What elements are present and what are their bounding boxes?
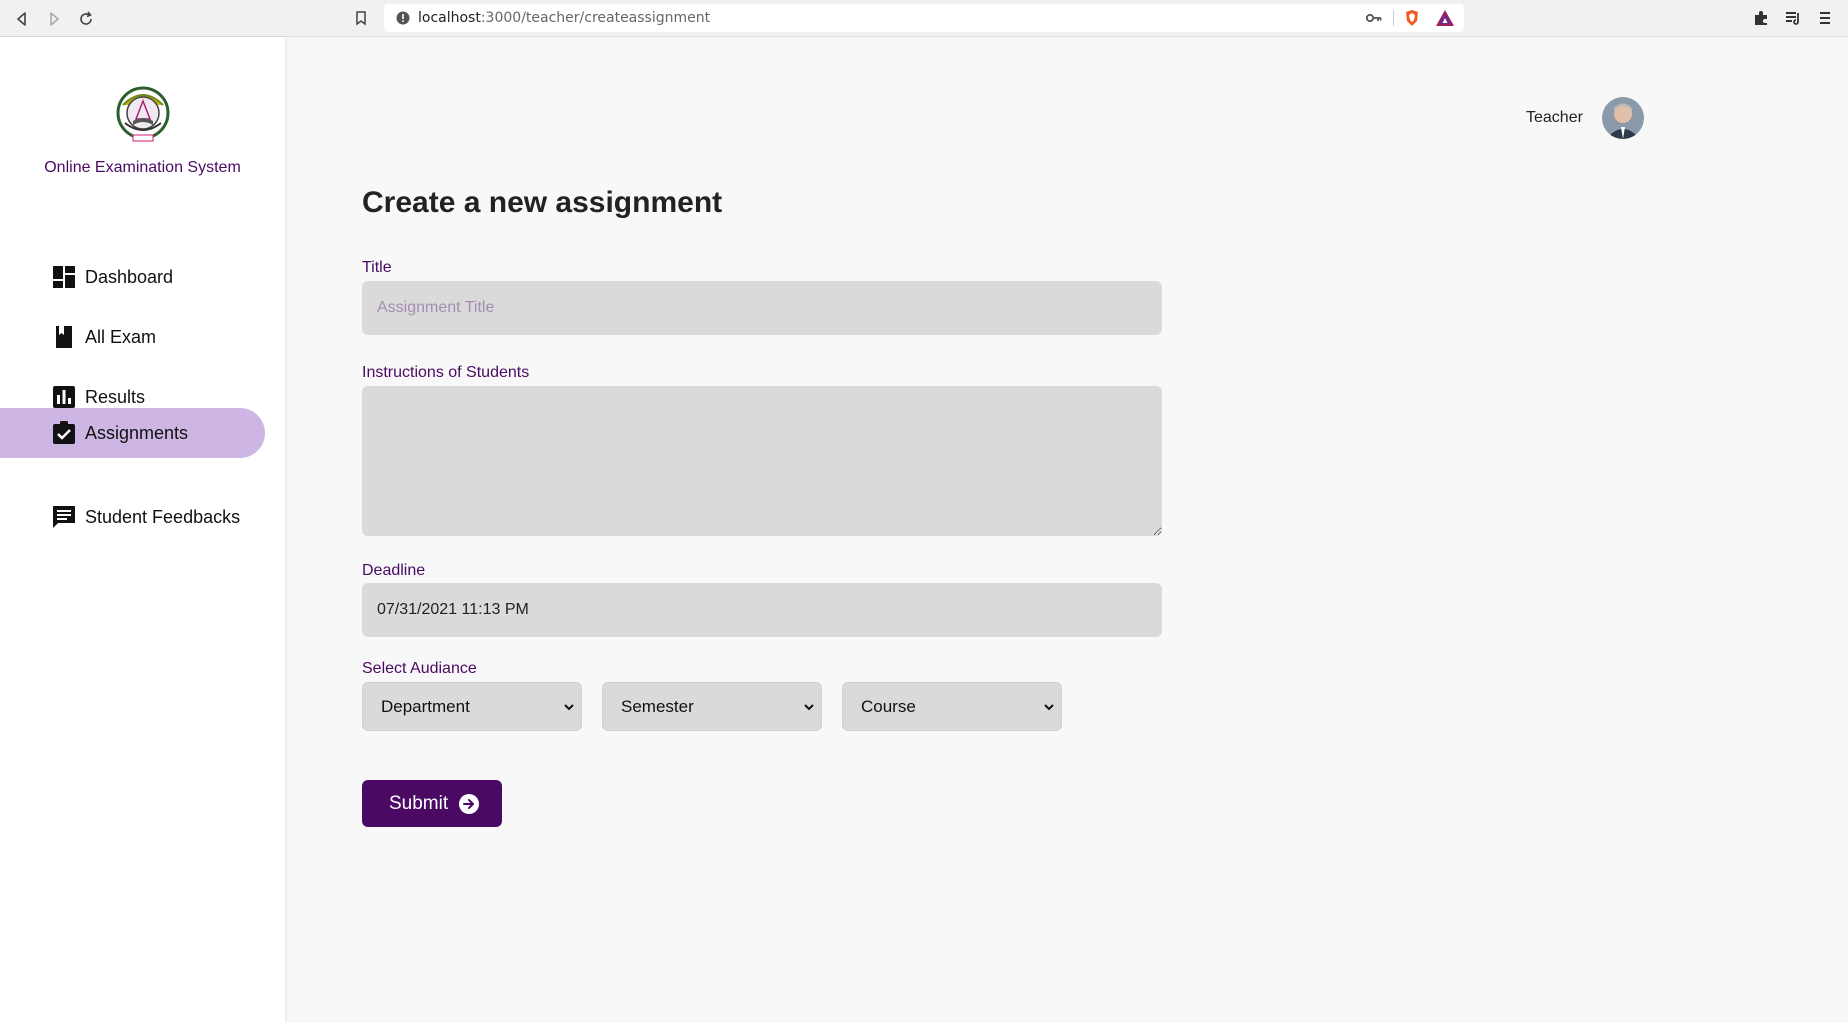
playlist-icon[interactable] (1784, 9, 1802, 27)
user-role-label: Teacher (1526, 109, 1583, 126)
chevron-down-icon (564, 704, 574, 711)
sidebar-item-all-exam[interactable]: All Exam (0, 312, 265, 362)
chevron-down-icon (1044, 704, 1054, 711)
feedback-icon (52, 505, 76, 529)
submit-button-label: Submit (389, 792, 449, 814)
book-icon (52, 325, 76, 349)
brave-shield-icon[interactable] (1403, 9, 1421, 27)
instructions-textarea[interactable] (362, 386, 1162, 536)
bar-chart-icon (52, 385, 76, 409)
title-input[interactable] (362, 281, 1162, 335)
title-label: Title (362, 259, 392, 276)
department-select[interactable]: Department (362, 682, 582, 731)
sidebar-item-student-feedbacks[interactable]: Student Feedbacks (0, 492, 265, 542)
instructions-label: Instructions of Students (362, 364, 530, 381)
back-icon[interactable] (11, 8, 33, 30)
url-text: localhost:3000/teacher/createassignment (418, 10, 711, 26)
chevron-down-icon (804, 704, 814, 711)
sidebar-item-dashboard[interactable]: Dashboard (0, 252, 265, 302)
extensions-icon[interactable] (1752, 9, 1770, 27)
semester-select[interactable]: Semester (602, 682, 822, 731)
semester-select-value: Semester (621, 696, 694, 716)
avatar[interactable] (1602, 97, 1644, 139)
sidebar-item-label: Dashboard (85, 266, 174, 287)
menu-icon[interactable] (1816, 9, 1834, 27)
sidebar-item-label: Results (85, 386, 146, 407)
bookmark-icon[interactable] (353, 10, 369, 26)
reload-icon[interactable] (75, 8, 97, 30)
key-icon[interactable] (1366, 11, 1382, 25)
sidebar: Online Examination System Dashboard All … (0, 37, 285, 1023)
department-select-value: Department (381, 696, 470, 716)
divider (1393, 10, 1394, 26)
address-bar[interactable]: localhost:3000/teacher/createassignment (384, 4, 1464, 32)
arrow-right-circle-icon (459, 793, 480, 814)
sidebar-item-label: Student Feedbacks (85, 506, 241, 527)
dashboard-icon (52, 265, 76, 289)
sidebar-item-label: All Exam (85, 326, 157, 347)
forward-icon[interactable] (43, 8, 65, 30)
rewards-triangle-icon[interactable] (1435, 9, 1455, 27)
app-name: Online Examination System (44, 159, 241, 176)
audience-label: Select Audiance (362, 660, 477, 677)
deadline-input[interactable] (362, 583, 1162, 637)
deadline-label: Deadline (362, 562, 426, 579)
site-info-icon[interactable] (396, 11, 410, 25)
browser-toolbar: localhost:3000/teacher/createassignment (0, 0, 1848, 37)
sidebar-item-assignments[interactable]: Assignments (0, 408, 265, 458)
page-title: Create a new assignment (362, 186, 723, 219)
course-select-value: Course (861, 696, 916, 716)
sidebar-item-label: Assignments (85, 422, 189, 443)
university-logo (116, 86, 170, 142)
submit-button[interactable]: Submit (362, 780, 502, 827)
assignment-check-icon (52, 421, 76, 445)
course-select[interactable]: Course (842, 682, 1062, 731)
